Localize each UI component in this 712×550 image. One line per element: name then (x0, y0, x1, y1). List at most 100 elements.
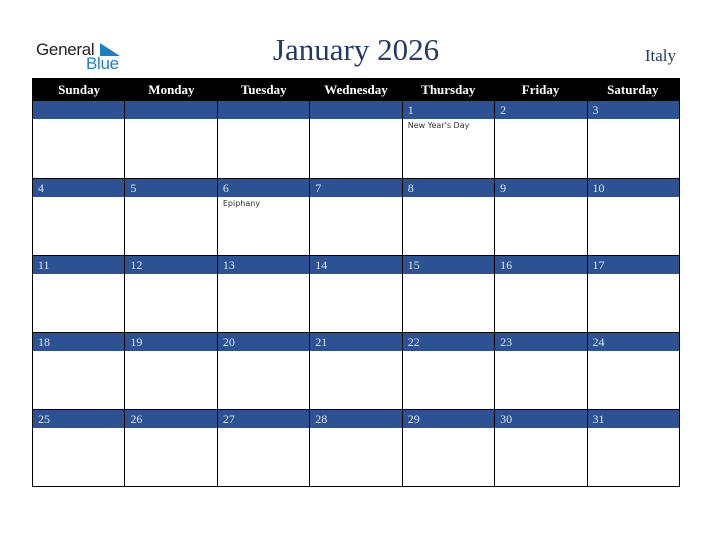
holiday-label (402, 274, 495, 332)
day-number: 5 (125, 179, 217, 197)
day-number: 16 (495, 256, 587, 274)
day-number: 29 (402, 410, 495, 428)
calendar-title: January 2026 (272, 32, 440, 67)
day-cell[interactable]: 23 (494, 333, 587, 409)
holiday-label (310, 197, 402, 255)
holiday-label (402, 351, 495, 409)
day-cell[interactable]: 7 (309, 179, 402, 255)
holiday-label (587, 351, 679, 409)
day-cell[interactable]: 4 (33, 179, 125, 255)
country-label: Italy (644, 46, 676, 65)
weekday-header: Tuesday (240, 82, 287, 97)
day-number (217, 101, 310, 119)
day-number: 12 (125, 256, 217, 274)
holiday-label (310, 119, 402, 178)
day-number: 1 (402, 101, 495, 119)
weekday-header-row: Sunday Monday Tuesday Wednesday Thursday… (33, 78, 679, 101)
day-cell[interactable]: 5 (124, 179, 217, 255)
day-cell[interactable]: 25 (33, 410, 125, 486)
day-number (33, 101, 125, 119)
day-number: 14 (310, 256, 402, 274)
day-cell[interactable]: 2 (494, 101, 587, 178)
day-number: 11 (33, 256, 125, 274)
day-number: 26 (125, 410, 217, 428)
day-number (310, 101, 402, 119)
day-number: 15 (402, 256, 495, 274)
holiday-label (402, 428, 495, 486)
day-cell[interactable]: 21 (309, 333, 402, 409)
day-number: 31 (587, 410, 679, 428)
day-cell[interactable]: 13 (216, 256, 310, 332)
day-number: 19 (125, 333, 217, 351)
day-cell[interactable]: 19 (124, 333, 217, 409)
day-cell[interactable]: 17 (586, 256, 679, 332)
day-cell[interactable]: 26 (124, 410, 217, 486)
holiday-label (217, 428, 310, 486)
holiday-label (33, 119, 125, 178)
holiday-label (217, 351, 310, 409)
day-cell[interactable]: 31 (586, 410, 679, 486)
holiday-label (125, 274, 217, 332)
day-cell[interactable]: 12 (124, 256, 217, 332)
day-cell[interactable]: 9 (494, 179, 587, 255)
holiday-label (495, 197, 587, 255)
day-number: 18 (33, 333, 125, 351)
weekday-header: Monday (148, 82, 195, 97)
day-cell[interactable]: 15 (401, 256, 495, 332)
day-cell[interactable]: 30 (494, 410, 587, 486)
day-cell[interactable]: 14 (309, 256, 402, 332)
day-cell[interactable]: 16 (494, 256, 587, 332)
day-number: 20 (217, 333, 310, 351)
holiday-label (495, 428, 587, 486)
holiday-label (125, 197, 217, 255)
day-cell[interactable]: 18 (33, 333, 125, 409)
day-number: 30 (495, 410, 587, 428)
holiday-label (33, 274, 125, 332)
week-row: 1 New Year's Day 2 3 (33, 101, 679, 178)
day-cell[interactable] (124, 101, 217, 178)
day-cell[interactable]: 27 (216, 410, 310, 486)
week-row: 4 5 6 Epiphany 7 8 9 10 (33, 178, 679, 255)
day-cell[interactable]: 1 New Year's Day (401, 101, 495, 178)
day-number: 8 (402, 179, 495, 197)
day-cell[interactable]: 29 (401, 410, 495, 486)
weekday-header: Thursday (421, 82, 476, 97)
weekday-header: Saturday (607, 82, 659, 97)
day-cell[interactable] (33, 101, 125, 178)
day-cell[interactable]: 8 (401, 179, 495, 255)
day-cell[interactable]: 10 (586, 179, 679, 255)
day-cell[interactable]: 11 (33, 256, 125, 332)
day-number: 28 (310, 410, 402, 428)
day-number: 13 (217, 256, 310, 274)
day-number: 25 (33, 410, 125, 428)
holiday-label (125, 428, 217, 486)
day-cell[interactable]: 24 (586, 333, 679, 409)
day-cell[interactable]: 20 (216, 333, 310, 409)
day-cell[interactable]: 3 (586, 101, 679, 178)
day-cell[interactable]: 22 (401, 333, 495, 409)
day-cell[interactable]: 28 (309, 410, 402, 486)
day-cell[interactable] (309, 101, 402, 178)
weeks-container: 1 New Year's Day 2 3 4 5 6 Epiphany 7 8 9 10 11 12 13 1… (33, 101, 679, 486)
day-number: 3 (587, 101, 679, 119)
holiday-label (402, 197, 495, 255)
day-number: 6 (217, 179, 310, 197)
day-cell[interactable] (216, 101, 310, 178)
holiday-label (33, 197, 125, 255)
day-number: 21 (310, 333, 402, 351)
day-cell[interactable]: 6 Epiphany (216, 179, 310, 255)
holiday-label (587, 119, 679, 178)
week-row: 18 19 20 21 22 23 24 (33, 332, 679, 409)
holiday-label (217, 119, 310, 178)
day-number: 27 (217, 410, 310, 428)
week-row: 11 12 13 14 15 16 17 (33, 255, 679, 332)
week-row: 25 26 27 28 29 30 31 (33, 409, 679, 486)
holiday-label (587, 428, 679, 486)
holiday-label: Epiphany (217, 197, 310, 255)
day-number: 24 (587, 333, 679, 351)
holiday-label (125, 351, 217, 409)
holiday-label (495, 274, 587, 332)
day-number: 10 (587, 179, 679, 197)
weekday-header: Friday (521, 82, 560, 97)
holiday-label (310, 274, 402, 332)
